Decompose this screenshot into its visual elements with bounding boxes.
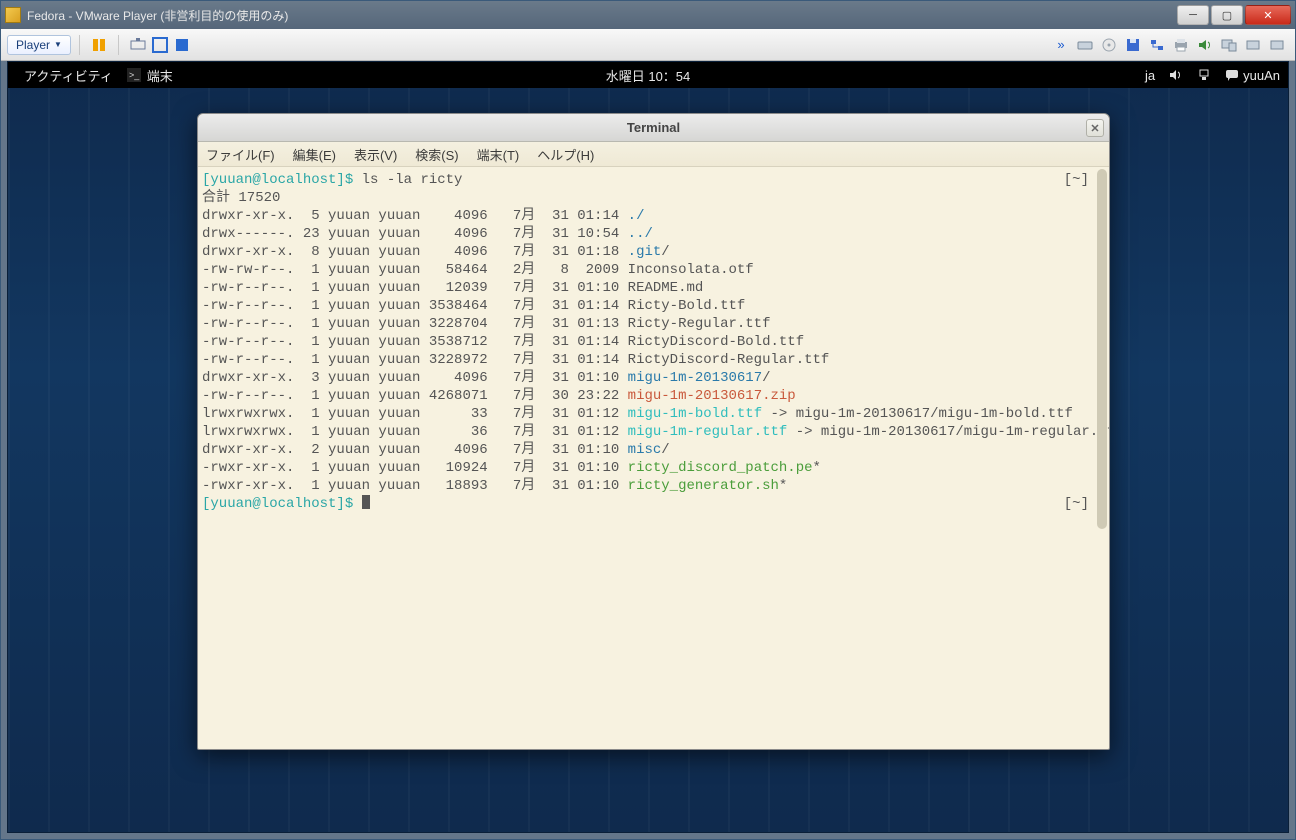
chat-icon xyxy=(1225,68,1239,82)
chevron-down-icon: ▼ xyxy=(54,40,62,49)
user-menu[interactable]: yuuAn xyxy=(1225,68,1280,83)
current-app-label: 端末 xyxy=(147,66,173,85)
terminal-title: Terminal xyxy=(627,120,680,135)
printer-icon[interactable] xyxy=(1173,37,1189,53)
window-close-button[interactable]: ✕ xyxy=(1245,5,1291,25)
player-menu-label: Player xyxy=(16,38,50,52)
menu-view[interactable]: 表示(V) xyxy=(354,145,397,164)
terminal-menubar: ファイル(F) 編集(E) 表示(V) 検索(S) 端末(T) ヘルプ(H) xyxy=(198,142,1109,167)
window-title: Fedora - VMware Player (非営利目的の使用のみ) xyxy=(27,7,1175,24)
vmware-window: Fedora - VMware Player (非営利目的の使用のみ) ─ ▢ … xyxy=(0,0,1296,840)
window-minimize-button[interactable]: ─ xyxy=(1177,5,1209,25)
terminal-titlebar[interactable]: Terminal ✕ xyxy=(198,114,1109,142)
fullscreen-icon[interactable] xyxy=(152,37,168,53)
unity-icon[interactable] xyxy=(174,37,190,53)
svg-text:>_: >_ xyxy=(129,70,140,80)
vmware-toolbar: Player ▼ » xyxy=(1,29,1295,61)
guest-desktop[interactable]: アクティビティ >_ 端末 水曜日 10：54 ja yuuAn Termina… xyxy=(7,61,1289,833)
vmware-app-icon xyxy=(5,7,21,23)
menu-search[interactable]: 検索(S) xyxy=(415,145,458,164)
toolbar-separator xyxy=(79,35,80,55)
network-idle-icon[interactable] xyxy=(1197,68,1211,82)
menu-help[interactable]: ヘルプ(H) xyxy=(537,145,594,164)
floppy-icon[interactable] xyxy=(1125,37,1141,53)
current-app[interactable]: >_ 端末 xyxy=(127,66,173,85)
terminal-output[interactable]: [yuuan@localhost]$ ls -la ricty[~]合計 175… xyxy=(198,167,1109,749)
player-menu-button[interactable]: Player ▼ xyxy=(7,35,71,55)
arrow-right-icon[interactable]: » xyxy=(1053,37,1069,53)
network-icon[interactable] xyxy=(1149,37,1165,53)
hdd-icon[interactable] xyxy=(1077,37,1093,53)
gnome-top-bar: アクティビティ >_ 端末 水曜日 10：54 ja yuuAn xyxy=(8,62,1288,88)
user-name: yuuAn xyxy=(1243,68,1280,83)
menu-edit[interactable]: 編集(E) xyxy=(293,145,336,164)
devices-icon[interactable] xyxy=(1221,37,1237,53)
terminal-window[interactable]: Terminal ✕ ファイル(F) 編集(E) 表示(V) 検索(S) 端末(… xyxy=(197,113,1110,750)
toolbar-separator xyxy=(118,35,119,55)
send-keys-icon[interactable] xyxy=(130,37,146,53)
clock[interactable]: 水曜日 10：54 xyxy=(606,66,691,85)
volume-icon[interactable] xyxy=(1169,68,1183,82)
sound-icon[interactable] xyxy=(1197,37,1213,53)
menu-terminal[interactable]: 端末(T) xyxy=(477,145,520,164)
terminal-scrollbar[interactable] xyxy=(1097,169,1107,529)
cd-icon[interactable] xyxy=(1101,37,1117,53)
terminal-app-icon: >_ xyxy=(127,68,141,82)
keyboard-lang[interactable]: ja xyxy=(1145,68,1155,83)
window-titlebar[interactable]: Fedora - VMware Player (非営利目的の使用のみ) ─ ▢ … xyxy=(1,1,1295,29)
tools-icon[interactable] xyxy=(1269,37,1285,53)
activities-button[interactable]: アクティビティ xyxy=(16,64,121,87)
menu-file[interactable]: ファイル(F) xyxy=(206,145,275,164)
window-maximize-button[interactable]: ▢ xyxy=(1211,5,1243,25)
message-icon[interactable] xyxy=(1245,37,1261,53)
terminal-close-button[interactable]: ✕ xyxy=(1086,119,1104,137)
power-pause-icon[interactable] xyxy=(91,37,107,53)
